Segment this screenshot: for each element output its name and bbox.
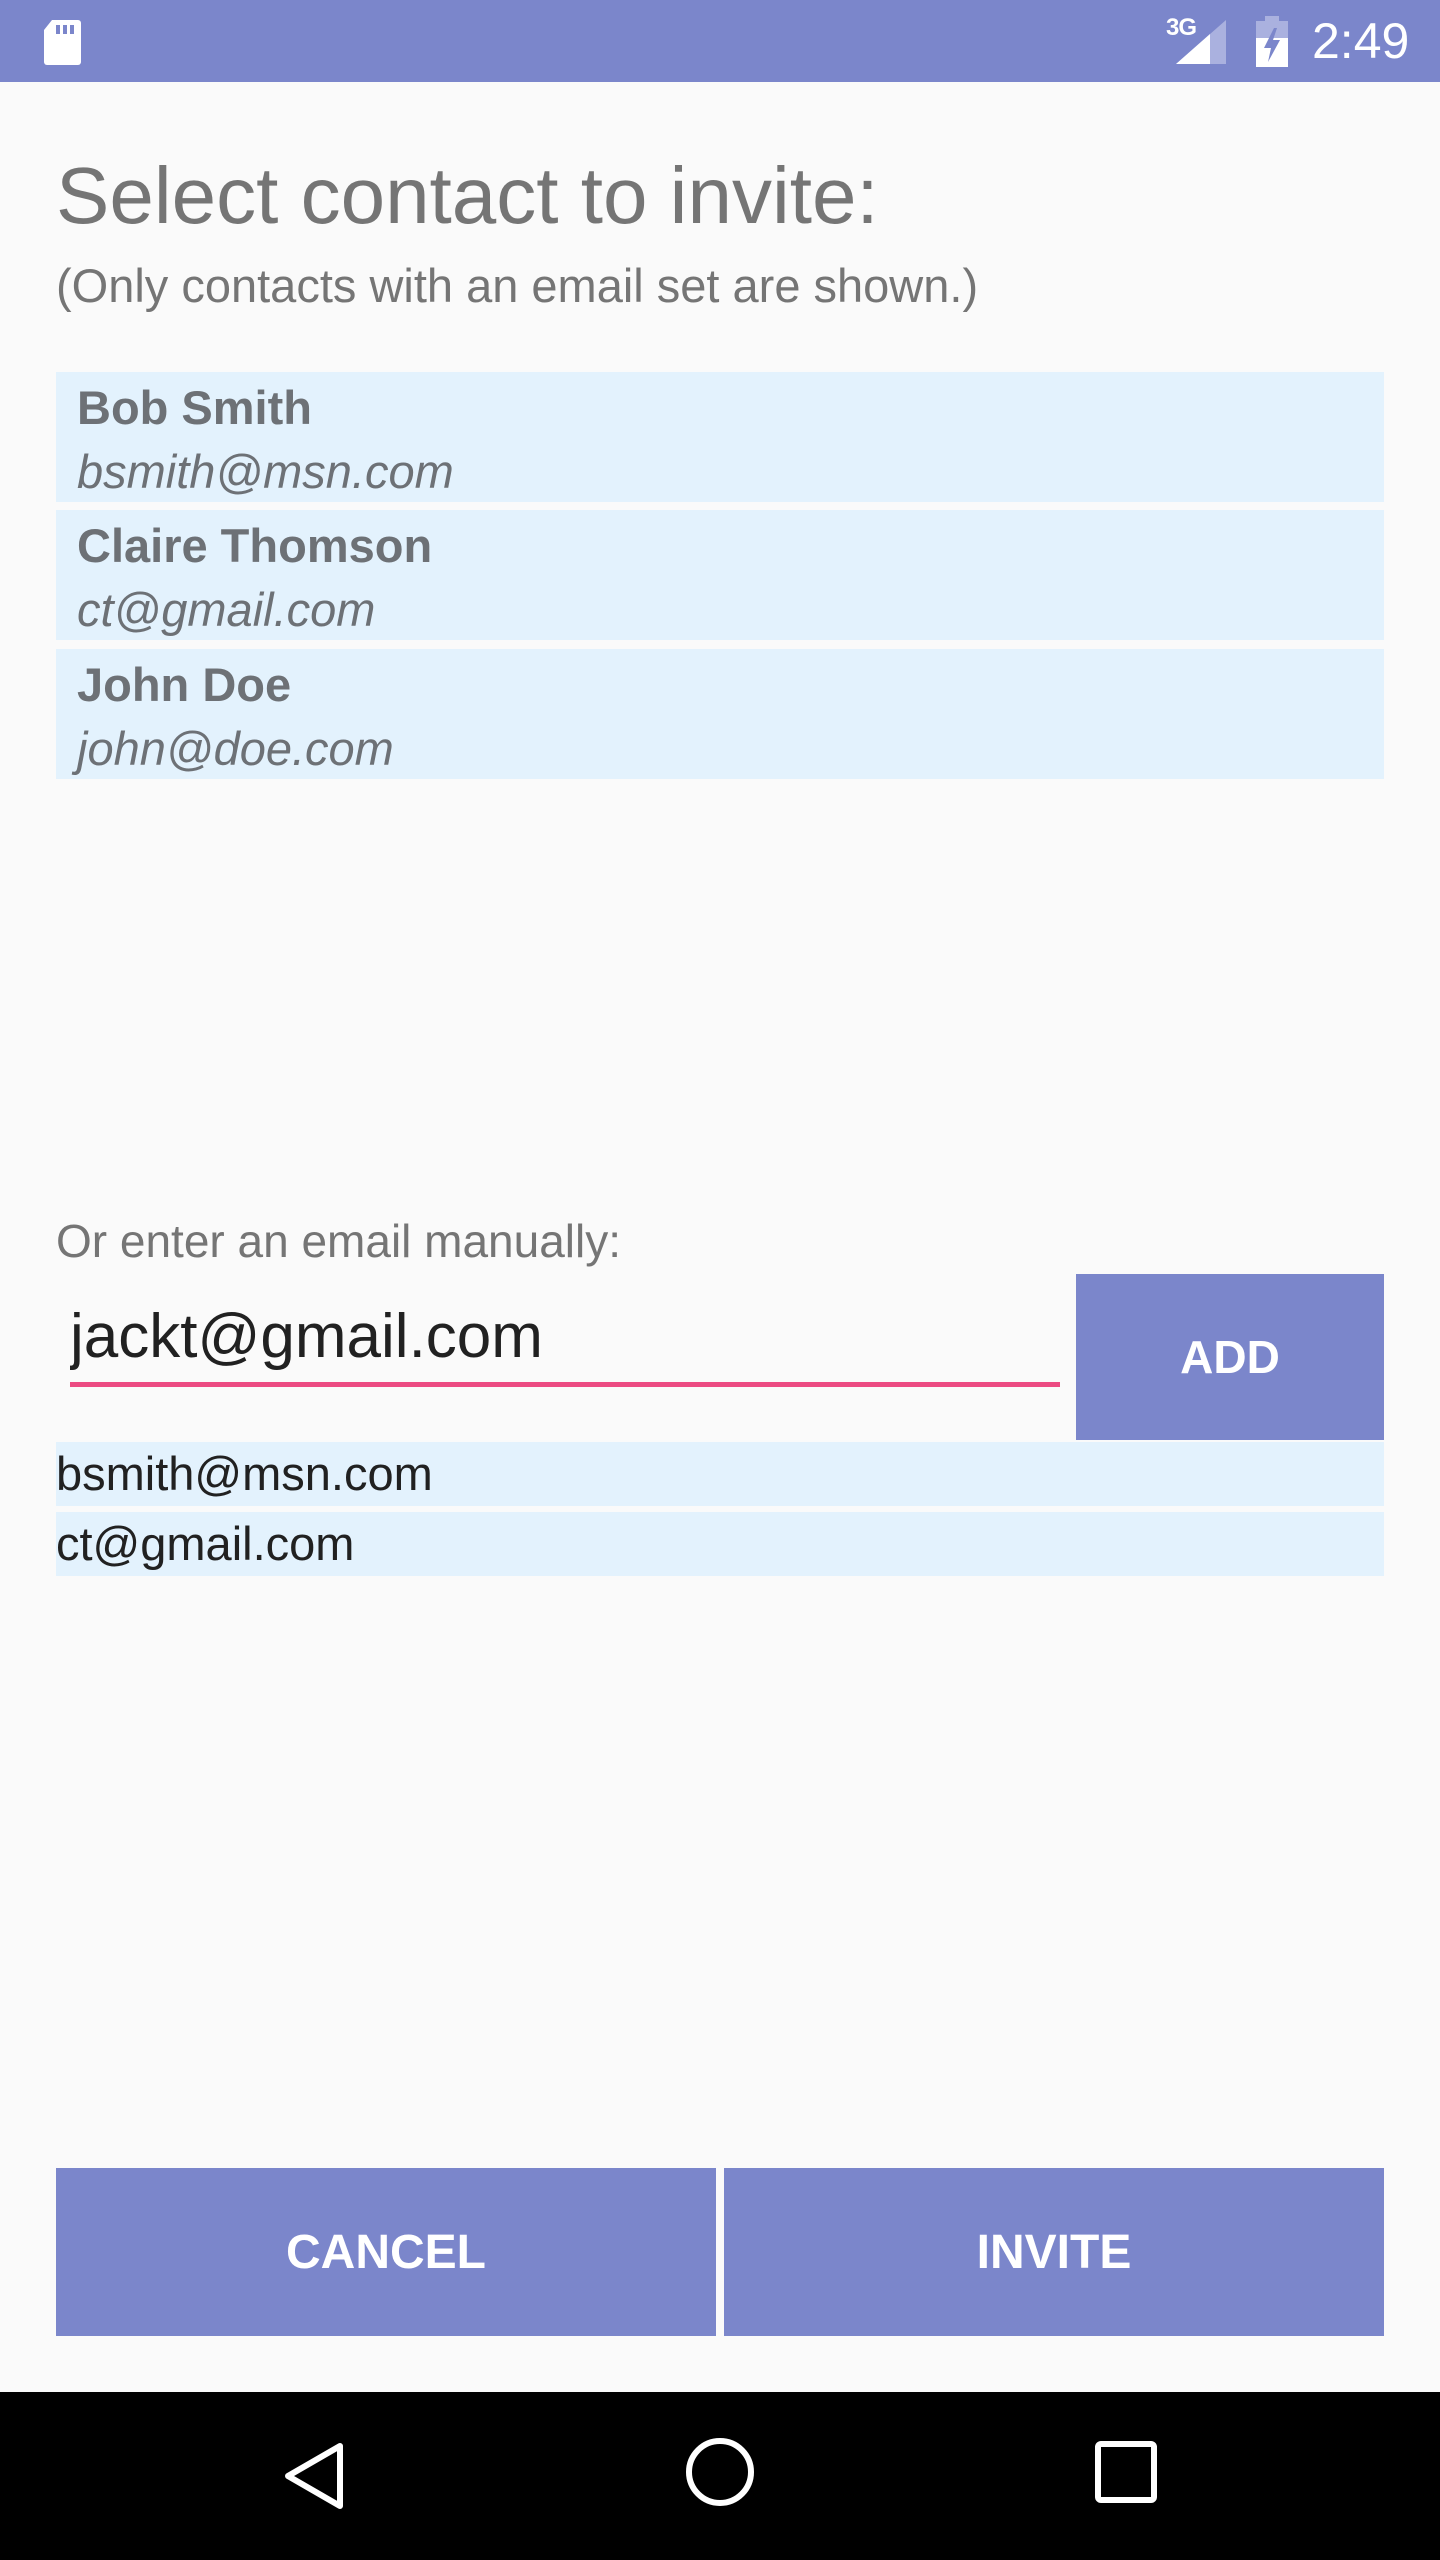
home-icon[interactable] [684, 2436, 756, 2508]
battery-charging-icon [1256, 16, 1288, 67]
back-icon[interactable] [282, 2440, 346, 2512]
email-input[interactable] [70, 1290, 1060, 1387]
contact-email: john@doe.com [77, 722, 394, 775]
invite-button[interactable]: INVITE [724, 2168, 1384, 2336]
contact-item-claire-thomson[interactable]: Claire Thomson ct@gmail.com [56, 510, 1384, 640]
screen: 3G 2:49 Select contact to invite: (Only … [0, 0, 1440, 2560]
status-clock: 2:49 [1312, 13, 1410, 69]
added-email-text: ct@gmail.com [56, 1517, 355, 1570]
signal-icon [1176, 20, 1226, 64]
add-button[interactable]: ADD [1076, 1274, 1384, 1440]
contact-name: John Doe [77, 658, 292, 711]
sd-card-icon [44, 20, 81, 65]
contact-name: Bob Smith [77, 381, 312, 434]
cancel-button[interactable]: CANCEL [56, 2168, 716, 2336]
contact-item-john-doe[interactable]: John Doe john@doe.com [56, 649, 1384, 779]
contact-item-bob-smith[interactable]: Bob Smith bsmith@msn.com [56, 372, 1384, 502]
manual-entry-label: Or enter an email manually: [56, 1215, 622, 1267]
added-email-text: bsmith@msn.com [56, 1447, 433, 1500]
added-email-item[interactable]: bsmith@msn.com [56, 1442, 1384, 1506]
added-email-item[interactable]: ct@gmail.com [56, 1512, 1384, 1576]
status-bar: 3G 2:49 [0, 0, 1440, 82]
contact-name: Claire Thomson [77, 519, 433, 572]
recents-icon[interactable] [1094, 2440, 1158, 2504]
page-title: Select contact to invite: [56, 151, 879, 240]
contact-email: bsmith@msn.com [77, 445, 454, 498]
contact-email: ct@gmail.com [77, 583, 376, 636]
navigation-bar [0, 2392, 1440, 2560]
page-subtitle: (Only contacts with an email set are sho… [56, 259, 979, 312]
